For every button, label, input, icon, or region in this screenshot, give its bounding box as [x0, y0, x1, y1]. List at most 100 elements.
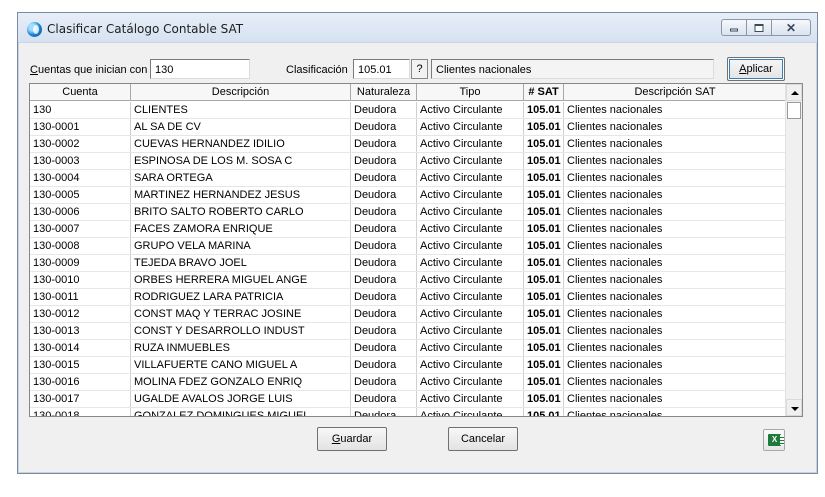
cell-naturaleza: Deudora — [351, 374, 417, 390]
column-header-tipo[interactable]: Tipo — [417, 84, 524, 100]
column-header-descripcion-sat[interactable]: Descripción SAT — [564, 84, 787, 100]
column-header-cuenta[interactable]: Cuenta — [30, 84, 131, 100]
filter-row: Cuentas que inician con 130 Clasificació… — [18, 57, 817, 81]
cell-descripcion: CONST Y DESARROLLO INDUST — [131, 323, 351, 339]
classification-input[interactable]: 105.01 — [353, 59, 410, 79]
cell-tipo: Activo Circulante — [417, 238, 524, 254]
cell-tipo: Activo Circulante — [417, 357, 524, 373]
cell-descripcion: CONST MAQ Y TERRAC JOSINE — [131, 306, 351, 322]
cell-descripcion: BRITO SALTO ROBERTO CARLO — [131, 204, 351, 220]
apply-label: plicar — [746, 63, 773, 75]
scroll-thumb[interactable] — [787, 102, 801, 119]
scroll-up-button[interactable] — [786, 84, 802, 101]
close-icon: ✕ — [785, 20, 797, 35]
cell-cuenta: 130 — [30, 102, 131, 118]
cell-naturaleza: Deudora — [351, 204, 417, 220]
scroll-down-button[interactable] — [786, 399, 802, 416]
table-row[interactable]: 130-0006 BRITO SALTO ROBERTO CARLO Deudora… — [30, 204, 787, 221]
cell-descripcion-sat: Clientes nacionales — [564, 323, 787, 339]
cell-cuenta: 130-0010 — [30, 272, 131, 288]
cell-cuenta: 130-0001 — [30, 119, 131, 135]
cell-cuenta: 130-0014 — [30, 340, 131, 356]
cell-num-sat: 105.01 — [524, 272, 564, 288]
cell-tipo: Activo Circulante — [417, 408, 524, 416]
cell-descripcion: AL SA DE CV — [131, 119, 351, 135]
cancel-button[interactable]: Cancelar — [448, 427, 518, 451]
save-label: uardar — [340, 433, 373, 445]
table-row[interactable]: 130-0014 RUZA INMUEBLES Deudora Activo Circ… — [30, 340, 787, 357]
accounts-grid[interactable]: Cuenta Descripción Naturaleza Tipo # SAT… — [29, 83, 803, 417]
close-button[interactable]: ✕ — [771, 19, 811, 36]
grid-body: 130 CLIENTES Deudora Activo Circulante 105.0… — [30, 102, 787, 416]
column-header-num-sat[interactable]: # SAT — [524, 84, 564, 100]
table-row[interactable]: 130-0011 RODRIGUEZ LARA PATRICIA Deudora Ac… — [30, 289, 787, 306]
cell-naturaleza: Deudora — [351, 119, 417, 135]
accounts-label-text: uentas que inician con — [37, 64, 148, 76]
maximize-icon — [754, 23, 764, 32]
vertical-scrollbar[interactable] — [785, 84, 802, 416]
cell-descripcion: UGALDE AVALOS JORGE LUIS — [131, 391, 351, 407]
cell-descripcion-sat: Clientes nacionales — [564, 357, 787, 373]
cell-cuenta: 130-0002 — [30, 136, 131, 152]
cell-descripcion: FACES ZAMORA ENRIQUE — [131, 221, 351, 237]
cell-num-sat: 105.01 — [524, 102, 564, 118]
cell-tipo: Activo Circulante — [417, 170, 524, 186]
cell-descripcion-sat: Clientes nacionales — [564, 340, 787, 356]
apply-mnemonic: A — [739, 63, 747, 75]
window-title: Clasificar Catálogo Contable SAT — [47, 22, 244, 36]
save-button[interactable]: Guardar — [317, 427, 387, 451]
table-row[interactable]: 130-0009 TEJEDA BRAVO JOEL Deudora Activo C… — [30, 255, 787, 272]
cell-naturaleza: Deudora — [351, 170, 417, 186]
apply-button[interactable]: Aplicar — [727, 57, 785, 81]
cell-descripcion: CLIENTES — [131, 102, 351, 118]
table-row[interactable]: 130-0005 MARTINEZ HERNANDEZ JESUS Deudora A… — [30, 187, 787, 204]
column-header-descripcion[interactable]: Descripción — [131, 84, 351, 100]
column-header-naturaleza[interactable]: Naturaleza — [351, 84, 417, 100]
dialog-window: Clasificar Catálogo Contable SAT ✕ Cuent… — [17, 12, 818, 474]
cell-tipo: Activo Circulante — [417, 289, 524, 305]
cell-tipo: Activo Circulante — [417, 272, 524, 288]
cell-naturaleza: Deudora — [351, 391, 417, 407]
cell-descripcion-sat: Clientes nacionales — [564, 221, 787, 237]
cell-naturaleza: Deudora — [351, 221, 417, 237]
export-excel-button[interactable]: X — [763, 429, 785, 451]
cell-descripcion-sat: Clientes nacionales — [564, 272, 787, 288]
cell-descripcion: RUZA INMUEBLES — [131, 340, 351, 356]
table-row[interactable]: 130-0016 MOLINA FDEZ GONZALO ENRIQ Deudora… — [30, 374, 787, 391]
title-bar[interactable]: Clasificar Catálogo Contable SAT ✕ — [18, 13, 817, 43]
table-row[interactable]: 130-0013 CONST Y DESARROLLO INDUST Deudora… — [30, 323, 787, 340]
cell-cuenta: 130-0015 — [30, 357, 131, 373]
cell-descripcion-sat: Clientes nacionales — [564, 289, 787, 305]
cell-naturaleza: Deudora — [351, 272, 417, 288]
cell-cuenta: 130-0006 — [30, 204, 131, 220]
accounts-label: Cuentas que inician con — [30, 64, 147, 76]
cell-num-sat: 105.01 — [524, 153, 564, 169]
minimize-button[interactable] — [721, 19, 746, 36]
table-row[interactable]: 130-0012 CONST MAQ Y TERRAC JOSINE Deudora… — [30, 306, 787, 323]
cell-tipo: Activo Circulante — [417, 119, 524, 135]
cell-descripcion: GRUPO VELA MARINA — [131, 238, 351, 254]
cell-tipo: Activo Circulante — [417, 221, 524, 237]
cell-naturaleza: Deudora — [351, 238, 417, 254]
cell-tipo: Activo Circulante — [417, 153, 524, 169]
table-row[interactable]: 130-0008 GRUPO VELA MARINA Deudora Activo C… — [30, 238, 787, 255]
cell-descripcion-sat: Clientes nacionales — [564, 170, 787, 186]
table-row[interactable]: 130-0002 CUEVAS HERNANDEZ IDILIO Deudora Ac… — [30, 136, 787, 153]
table-row[interactable]: 130 CLIENTES Deudora Activo Circulante 105.0… — [30, 102, 787, 119]
table-row[interactable]: 130-0003 ESPINOSA DE LOS M. SOSA C Deudora… — [30, 153, 787, 170]
cell-tipo: Activo Circulante — [417, 374, 524, 390]
table-row[interactable]: 130-0015 VILLAFUERTE CANO MIGUEL A Deudora… — [30, 357, 787, 374]
cell-tipo: Activo Circulante — [417, 340, 524, 356]
cell-cuenta: 130-0013 — [30, 323, 131, 339]
table-row[interactable]: 130-0004 SARA ORTEGA Deudora Activo Circula… — [30, 170, 787, 187]
classification-help-button[interactable]: ? — [411, 59, 428, 79]
cell-num-sat: 105.01 — [524, 136, 564, 152]
table-row[interactable]: 130-0001 AL SA DE CV Deudora Activo Circula… — [30, 119, 787, 136]
table-row[interactable]: 130-0018 GONZALEZ DOMINGUES MIGUEL Deudora… — [30, 408, 787, 416]
accounts-prefix-input[interactable]: 130 — [150, 59, 250, 79]
cell-cuenta: 130-0004 — [30, 170, 131, 186]
maximize-button[interactable] — [746, 19, 771, 36]
table-row[interactable]: 130-0007 FACES ZAMORA ENRIQUE Deudora Activ… — [30, 221, 787, 238]
table-row[interactable]: 130-0017 UGALDE AVALOS JORGE LUIS Deudora A… — [30, 391, 787, 408]
table-row[interactable]: 130-0010 ORBES HERRERA MIGUEL ANGE Deudora… — [30, 272, 787, 289]
